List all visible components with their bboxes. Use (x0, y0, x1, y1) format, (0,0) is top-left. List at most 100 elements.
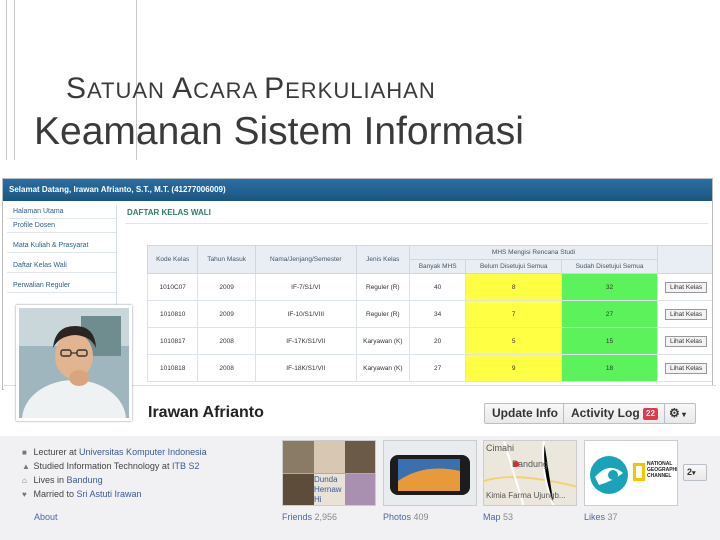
subcol-banyak: Banyak MHS (408, 259, 467, 274)
subcol-belum: Belum Disetujui Semua (465, 259, 563, 274)
subcol-sudah: Sudah Disetujui Semua (561, 259, 659, 274)
cell-belum: 8 (465, 273, 563, 301)
col-kode: Kode Kelas (146, 245, 199, 274)
friends-link[interactable]: Friends 2,956 (282, 512, 337, 522)
info-link-city[interactable]: Bandung (67, 475, 103, 485)
col-mhs: MHS Mengisi Rencana Studi (408, 245, 659, 260)
natgeo-logo-icon (633, 463, 645, 481)
phone-image (390, 455, 470, 495)
cell-aksi: Lihat Kelas (657, 273, 712, 301)
friend-name: Hi (314, 495, 322, 504)
natgeo-label: NATIONAL GEOGRAPHIC CHANNEL (647, 461, 678, 479)
map-place-label: Kimia Farma Ujungb... (486, 491, 566, 500)
lihat-kelas-button[interactable]: Lihat Kelas (664, 335, 708, 347)
nav-item-mata-kuliah[interactable]: Mata Kuliah & Prasyarat (7, 239, 116, 253)
cell-sudah: 32 (561, 273, 659, 301)
cell-nama: IF-17K/S1/VII (254, 327, 357, 355)
likes-link[interactable]: Likes 37 (584, 512, 618, 522)
subtitle-word: ERKULIAHAN (285, 78, 436, 103)
cell-sudah: 18 (561, 354, 659, 382)
cell-jenis: Reguler (R) (355, 300, 410, 328)
cell-aksi: Lihat Kelas (657, 300, 712, 328)
cell-banyak: 34 (408, 300, 467, 328)
friend-name: Dunda (314, 475, 338, 484)
map-link[interactable]: Map 53 (483, 512, 513, 522)
info-link-workplace[interactable]: Universitas Komputer Indonesia (79, 447, 207, 457)
cell-jenis: Reguler (R) (355, 273, 410, 301)
col-jenis: Jenis Kelas (355, 245, 410, 274)
portal-heading: DAFTAR KELAS WALI (125, 205, 708, 224)
nav-item-halaman-utama[interactable]: Halaman Utama (7, 205, 116, 219)
lihat-kelas-button[interactable]: Lihat Kelas (664, 281, 708, 293)
more-sections-button[interactable]: 2▾ (683, 464, 707, 481)
photos-label: Photos (383, 512, 412, 522)
slide-left-rule-inner (14, 0, 15, 160)
profile-name: Irawan Afrianto (148, 404, 264, 421)
cell-tahun: 2008 (197, 354, 256, 382)
kelas-table: Kode Kelas Tahun Masuk Nama/Jenjang/Seme… (146, 245, 712, 382)
info-link-school[interactable]: ITB S2 (172, 461, 200, 471)
info-prefix: Married to (33, 489, 77, 499)
cell-tahun: 2009 (197, 300, 256, 328)
map-thumbnail[interactable]: Cimahi Bandung ● Kimia Farma Ujungb... (483, 440, 577, 506)
cell-nama: IF-10/S1/VIII (254, 300, 357, 328)
cell-aksi: Lihat Kelas (657, 327, 712, 355)
likes-count: 37 (607, 512, 618, 522)
lihat-kelas-button[interactable]: Lihat Kelas (664, 362, 708, 374)
subtitle-word: ATUAN (87, 78, 173, 103)
info-link-spouse[interactable]: Sri Astuti Irawan (77, 489, 142, 499)
info-education: ▲ Studied Information Technology at ITB … (22, 461, 199, 471)
update-info-button[interactable]: Update Info (484, 403, 566, 424)
cell-banyak: 27 (408, 354, 467, 382)
profile-photo[interactable] (16, 305, 132, 421)
photos-link[interactable]: Photos 409 (383, 512, 429, 522)
slide-subtitle: SATUAN ACARA PERKULIAHAN (66, 72, 436, 106)
settings-button[interactable]: ⚙ ▾ (664, 403, 696, 424)
home-icon: ⌂ (22, 476, 27, 485)
cell-tahun: 2009 (197, 273, 256, 301)
map-label-city1: Cimahi (486, 443, 515, 453)
subtitle-initial: P (264, 72, 286, 105)
col-tahun: Tahun Masuk (197, 245, 256, 274)
table-row: 1010817 2008 IF-17K/S1/VII Karyawan (K) … (146, 327, 712, 355)
cell-kode: 1010817 (146, 327, 199, 355)
cell-kode: 1010810 (146, 300, 199, 328)
info-work: ■ Lecturer at Universitas Komputer Indon… (22, 447, 207, 457)
photos-count: 409 (413, 512, 429, 522)
col-nama: Nama/Jenjang/Semester (254, 245, 357, 274)
lihat-kelas-button[interactable]: Lihat Kelas (664, 308, 708, 320)
friends-thumbnail[interactable]: Dunda Hernaw Hi (282, 440, 376, 506)
friends-count: 2,956 (314, 512, 338, 522)
cell-belum: 5 (465, 327, 563, 355)
cell-tahun: 2008 (197, 327, 256, 355)
cell-sudah: 27 (561, 300, 659, 328)
portal-welcome-bar: Selamat Datang, Irawan Afrianto, S.T., M… (3, 179, 712, 201)
likes-thumbnail[interactable]: NATIONAL GEOGRAPHIC CHANNEL (584, 440, 678, 506)
portal-main: DAFTAR KELAS WALI Kode Kelas Tahun Masuk… (125, 205, 712, 389)
cell-kode: 1010C07 (146, 273, 199, 301)
chevron-down-icon: ▾ (692, 470, 696, 477)
activity-log-button[interactable]: Activity Log 22 (563, 403, 666, 424)
chevron-down-icon: ▾ (679, 410, 687, 419)
photos-thumbnail[interactable] (383, 440, 477, 506)
nav-item-perwalian[interactable]: Perwalian Reguler (7, 279, 116, 293)
info-prefix: Lecturer at (33, 447, 80, 457)
likes-label: Likes (584, 512, 606, 522)
globe-icon (590, 456, 628, 494)
map-count: 53 (503, 512, 514, 522)
cell-aksi: Lihat Kelas (657, 354, 712, 382)
map-pin-icon: ● (512, 455, 521, 471)
info-prefix: Lives in (33, 475, 67, 485)
activity-log-badge: 22 (643, 407, 658, 420)
cell-jenis: Karyawan (K) (355, 354, 410, 382)
friends-label: Friends (282, 512, 313, 522)
heart-icon: ♥ (22, 490, 27, 499)
subtitle-word: CARA (193, 78, 265, 103)
nav-item-daftar-kelas-wali[interactable]: Daftar Kelas Wali (7, 259, 116, 273)
about-link[interactable]: About (34, 512, 58, 522)
table-row: 1010C07 2009 IF-7/S1/VI Reguler (R) 40 8… (146, 273, 712, 301)
cell-banyak: 20 (408, 327, 467, 355)
nav-item-profile-dosen[interactable]: Profile Dosen (7, 219, 116, 233)
map-label: Map (483, 512, 501, 522)
subtitle-initial: S (66, 72, 88, 105)
